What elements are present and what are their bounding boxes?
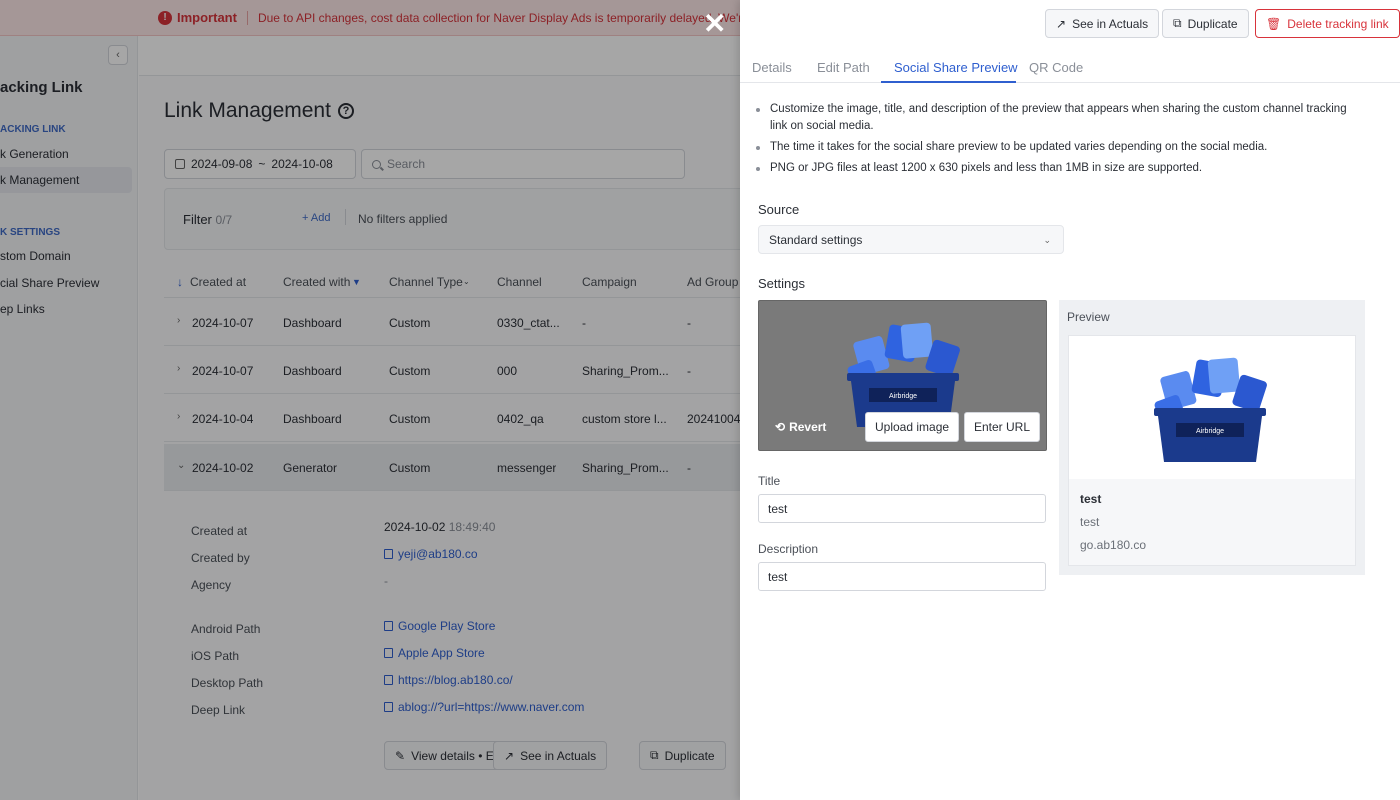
duplicate-icon: ⧉ (1173, 16, 1182, 30)
note-item: The time it takes for the social share p… (754, 139, 1354, 156)
image-editor: Airbridge ⟲ Revert Upload image Enter URL (758, 300, 1047, 451)
tab-qr-code[interactable]: QR Code (1029, 60, 1083, 75)
note-item: PNG or JPG files at least 1200 x 630 pix… (754, 160, 1354, 177)
preview-label: Preview (1067, 310, 1110, 324)
drawer-see-in-actuals-label: See in Actuals (1072, 16, 1149, 31)
arrow-up-right-icon: ↗ (1056, 16, 1067, 31)
tracking-link-drawer: ↗ See in Actuals ⧉ Duplicate 🗑 Delete track… (740, 0, 1400, 800)
upload-image-button[interactable]: Upload image (865, 412, 960, 442)
revert-label: Revert (789, 420, 827, 434)
tab-social-share-preview[interactable]: Social Share Preview (894, 60, 1018, 75)
modal-overlay[interactable] (0, 0, 740, 800)
preview-title: test (1080, 492, 1102, 506)
title-input[interactable] (758, 494, 1046, 523)
basket-brand: Airbridge (889, 393, 917, 400)
revert-button[interactable]: ⟲ Revert (775, 420, 826, 434)
tab-edit-path[interactable]: Edit Path (817, 60, 870, 75)
trash-icon: 🗑 (1266, 16, 1282, 31)
note-item: Customize the image, title, and descript… (754, 101, 1354, 135)
description-label: Description (758, 542, 819, 556)
preview-basket-image: Airbridge (1154, 357, 1267, 462)
source-select-value: Standard settings (769, 232, 863, 247)
title-label: Title (758, 474, 781, 488)
description-input[interactable] (758, 562, 1046, 591)
tab-details[interactable]: Details (752, 60, 792, 75)
enter-url-button[interactable]: Enter URL (964, 412, 1041, 442)
preview-card: Airbridge test test go.ab180.co (1068, 335, 1356, 566)
drawer-duplicate-label: Duplicate (1187, 16, 1238, 31)
close-icon[interactable]: ✕ (703, 10, 726, 38)
drawer-see-in-actuals-button[interactable]: ↗ See in Actuals (1045, 9, 1160, 38)
preview-domain: go.ab180.co (1080, 538, 1147, 552)
delete-tracking-link-label: Delete tracking link (1287, 16, 1389, 31)
settings-label: Settings (758, 276, 805, 291)
preview-basket-graphic: Airbridge (1154, 357, 1267, 462)
preview-card-body: test test go.ab180.co (1069, 479, 1355, 565)
revert-icon: ⟲ (775, 420, 786, 434)
source-select[interactable]: Standard settings ⌄ (758, 225, 1064, 254)
active-tab-indicator (881, 81, 1016, 83)
preview-basket-brand: Airbridge (1196, 428, 1224, 435)
drawer-tabs: Details Edit Path Social Share Preview Q… (740, 52, 1400, 83)
preview-image: Airbridge (1069, 336, 1355, 479)
guidance-notes: Customize the image, title, and descript… (754, 101, 1354, 181)
chevron-down-icon: ⌄ (1043, 235, 1051, 245)
source-label: Source (758, 202, 800, 217)
preview-panel: Preview Airbridge test test go.ab180.co (1059, 300, 1365, 575)
delete-tracking-link-button[interactable]: 🗑 Delete tracking link (1255, 9, 1400, 38)
drawer-duplicate-button[interactable]: ⧉ Duplicate (1162, 9, 1249, 38)
preview-description: test (1080, 515, 1100, 529)
